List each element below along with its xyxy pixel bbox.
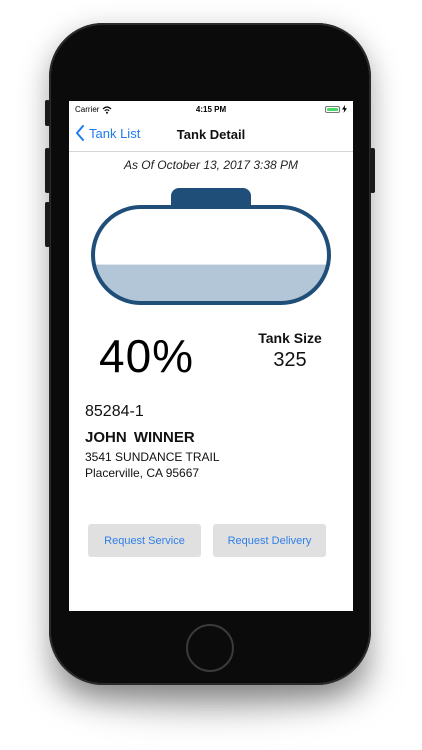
tank-size-value: 325 — [273, 349, 307, 371]
account-number: 85284-1 — [85, 403, 144, 420]
home-button[interactable] — [186, 624, 234, 672]
volume-down-button — [45, 202, 50, 247]
customer-name: JOHN WINNER — [85, 429, 195, 446]
page-title: Tank Detail — [176, 127, 246, 142]
status-bar: Carrier 4:15 PM — [69, 101, 353, 117]
fill-percentage: 40% — [99, 330, 195, 382]
volume-up-button — [45, 148, 50, 193]
address-line-2: Placerville, CA 95667 — [85, 466, 200, 480]
navigation-bar: Tank List Tank Detail — [69, 117, 353, 152]
as-of-timestamp: As Of October 13, 2017 3:38 PM — [123, 158, 299, 172]
tank-size-label: Tank Size — [258, 330, 322, 346]
battery-indicator — [325, 105, 347, 113]
mute-switch — [45, 100, 50, 126]
tank-gauge — [91, 188, 331, 305]
status-time: 4:15 PM — [195, 105, 227, 114]
request-service-button[interactable]: Request Service — [88, 524, 201, 557]
tank-valve-base — [171, 196, 251, 205]
app-screen: Carrier 4:15 PM Tank List Tank Detail As… — [69, 101, 353, 611]
request-delivery-button[interactable]: Request Delivery — [213, 524, 326, 557]
power-button — [370, 148, 375, 193]
battery-icon — [325, 105, 340, 113]
charging-bolt-icon — [342, 105, 347, 113]
address-line-1: 3541 SUNDANCE TRAIL — [85, 450, 220, 464]
